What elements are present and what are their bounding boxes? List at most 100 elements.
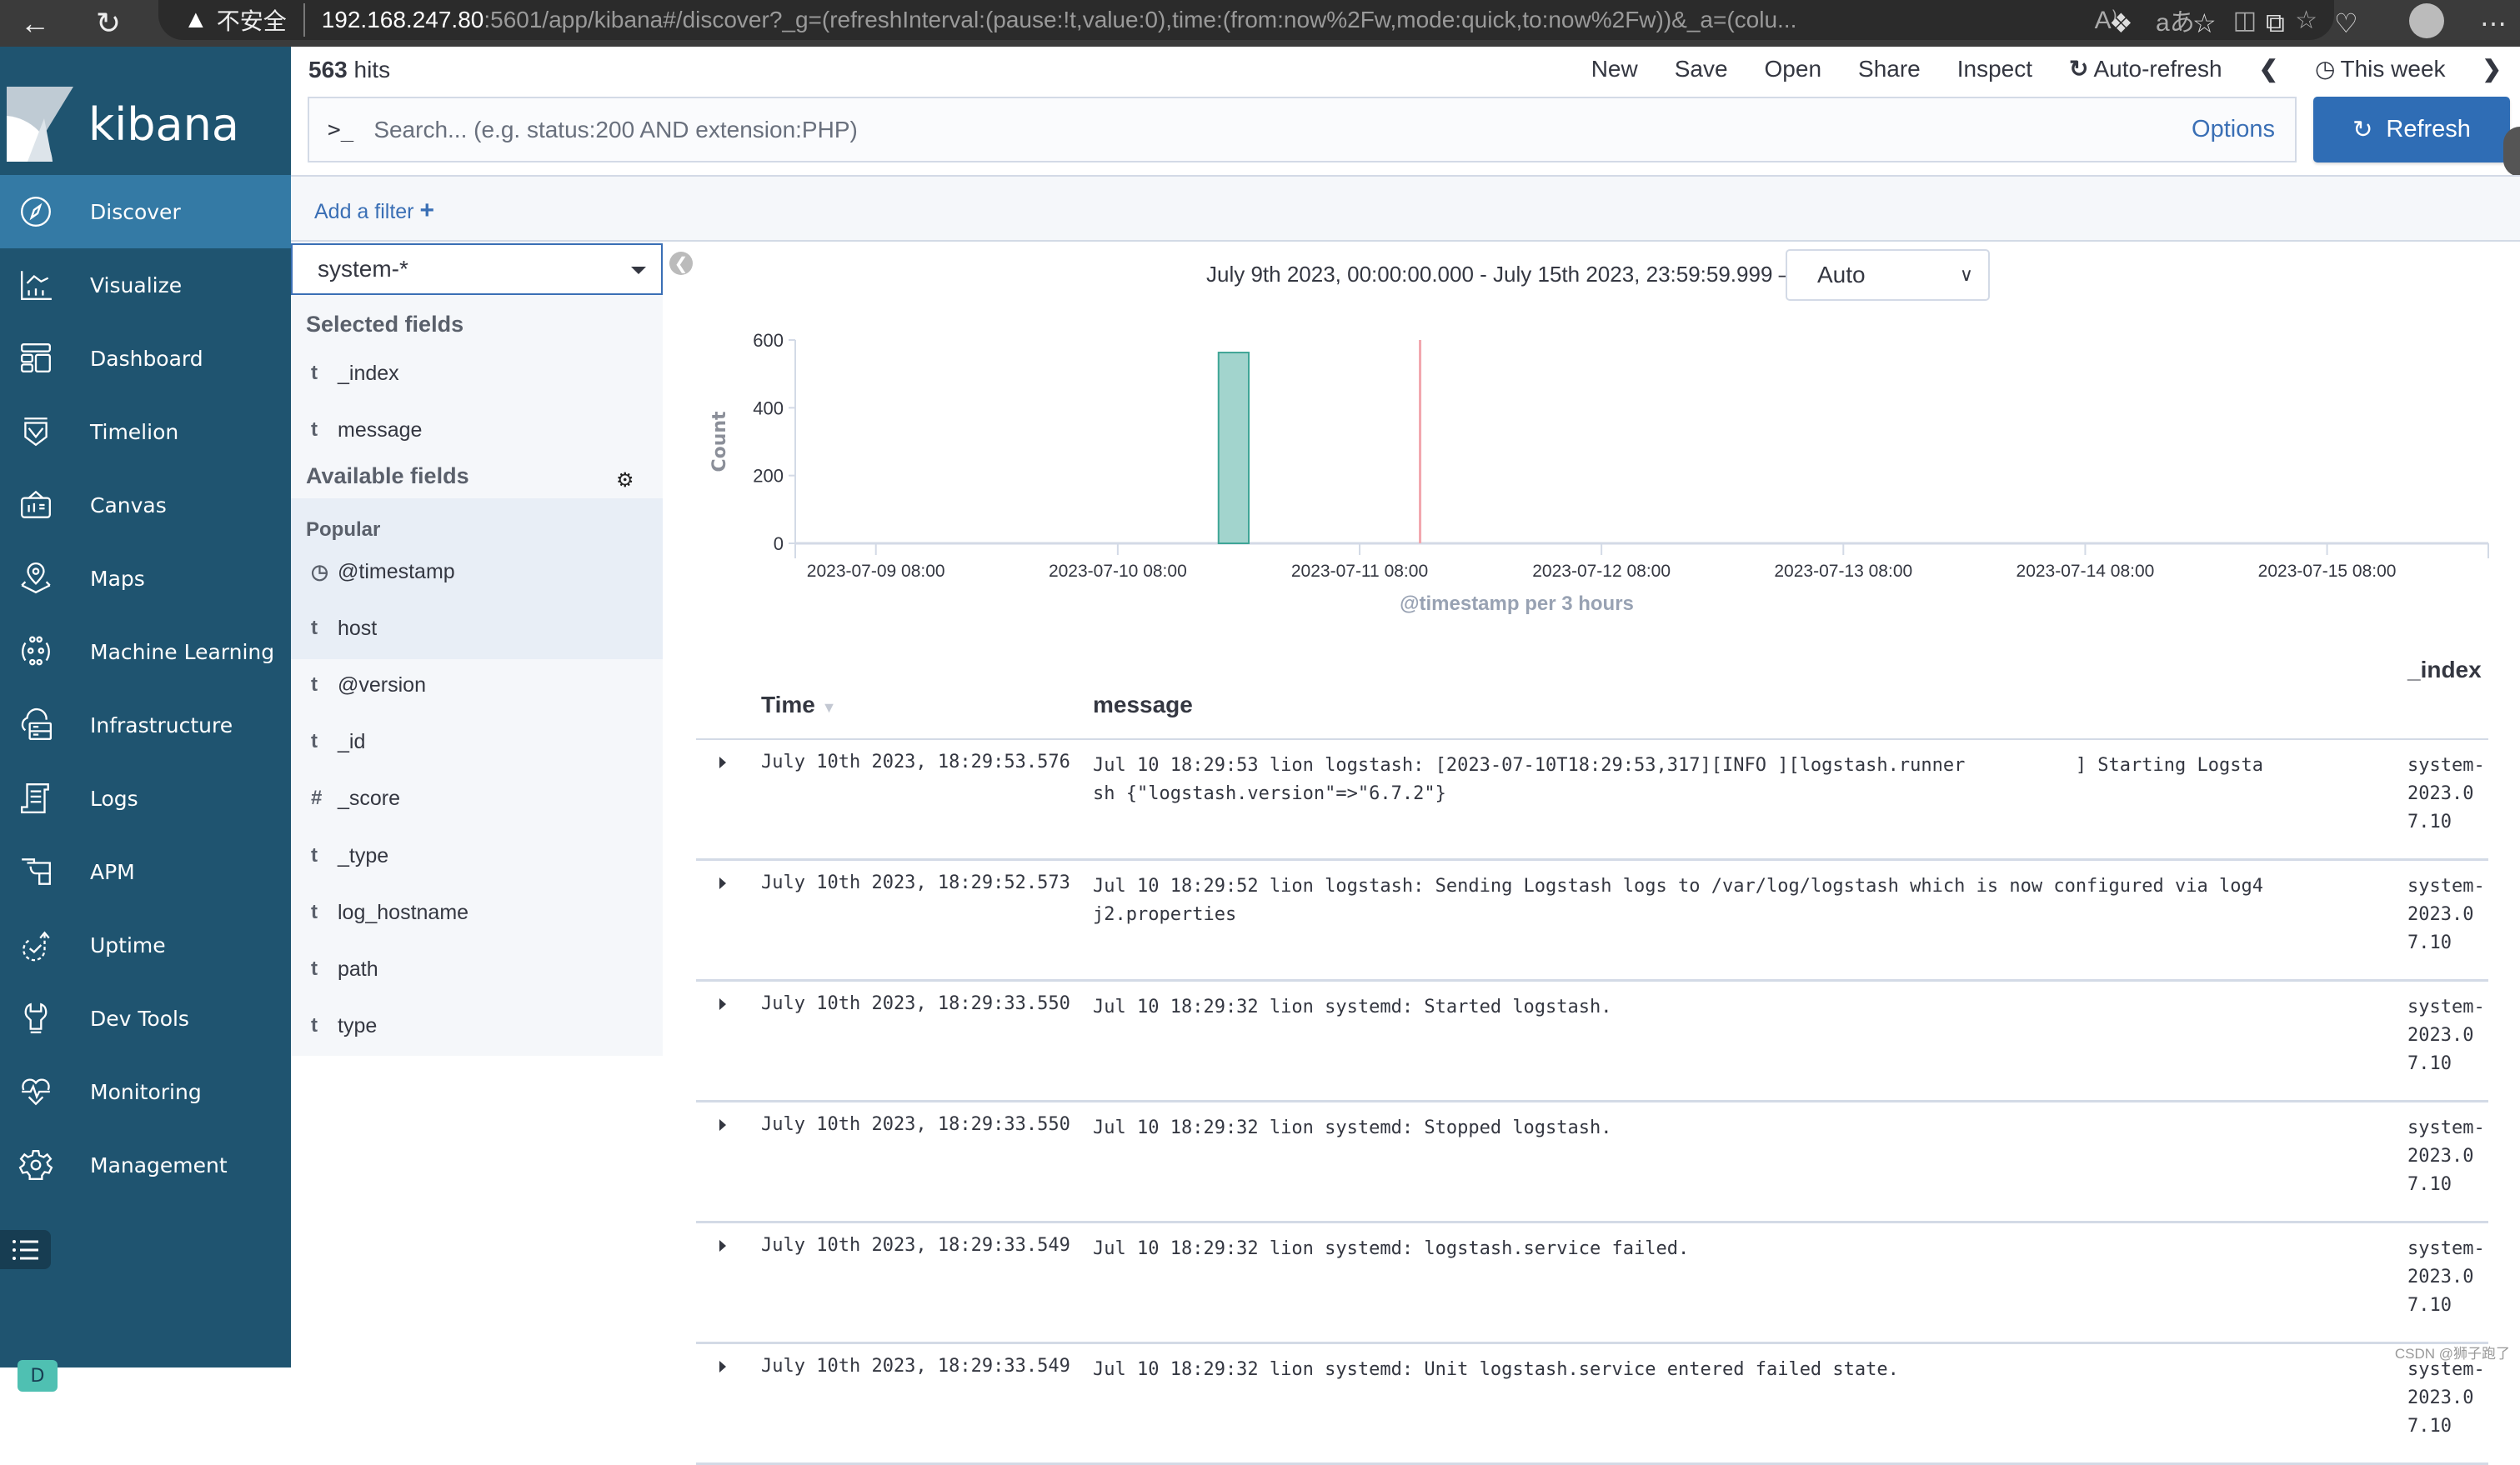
- table-row[interactable]: July 10th 2023, 18:29:33.550Jul 10 18:29…: [696, 982, 2488, 1102]
- column-header-message[interactable]: message: [1093, 692, 1193, 718]
- chevron-right-icon: ❯: [2482, 55, 2502, 82]
- time-prev-button[interactable]: ❮: [2259, 55, 2278, 82]
- field-item[interactable]: t_type: [306, 839, 388, 872]
- clock-type-icon: ◷: [306, 560, 338, 584]
- field-item[interactable]: t_id: [306, 725, 365, 758]
- sidebar-item-dev-tools[interactable]: Dev Tools: [0, 982, 291, 1055]
- field-item[interactable]: ttype: [306, 1009, 377, 1042]
- index-pattern-value: system-*: [318, 256, 408, 282]
- time-range-label: This week: [2340, 56, 2445, 82]
- collections-icon[interactable]: ⧉: [2266, 0, 2285, 47]
- row-time: July 10th 2023, 18:29:33.549: [761, 1235, 1070, 1256]
- interval-select[interactable]: Auto ∨: [1786, 249, 1990, 301]
- favorite-star-icon[interactable]: ☆: [2295, 6, 2317, 35]
- filter-bar: Add a filter +: [291, 175, 2520, 242]
- back-icon[interactable]: ←: [10, 0, 60, 47]
- sidebar-item-infrastructure[interactable]: Infrastructure: [0, 688, 291, 762]
- add-filter-label: Add a filter: [314, 200, 414, 223]
- health-icon[interactable]: ♡: [2334, 0, 2358, 47]
- sidebar-item-monitoring[interactable]: Monitoring: [0, 1055, 291, 1128]
- sidebar-item-label: Management: [90, 1153, 228, 1178]
- table-row[interactable]: July 10th 2023, 18:29:33.549Jul 10 18:29…: [696, 1223, 2488, 1344]
- field-name: _score: [338, 787, 400, 811]
- auto-refresh-button[interactable]: ↻Auto-refresh: [2069, 55, 2222, 82]
- caret-down-icon: [631, 267, 646, 274]
- expand-caret-icon[interactable]: [719, 878, 726, 889]
- sidebar-item-canvas[interactable]: Canvas: [0, 468, 291, 542]
- expand-caret-icon[interactable]: [719, 1119, 726, 1131]
- sidebar-item-label: Machine Learning: [90, 640, 274, 664]
- gear-icon: [15, 1144, 57, 1186]
- space-selector[interactable]: D Default: [0, 1351, 291, 1401]
- extensions-icon[interactable]: ❖: [2109, 0, 2133, 47]
- sidebar-item-logs[interactable]: Logs: [0, 762, 291, 835]
- sort-down-icon[interactable]: ▼: [822, 699, 837, 716]
- column-header-time[interactable]: Time ▼: [761, 692, 836, 718]
- list-icon: [12, 1238, 40, 1262]
- new-button[interactable]: New: [1591, 56, 1638, 82]
- field-item[interactable]: tpath: [306, 952, 378, 986]
- table-row[interactable]: July 10th 2023, 18:29:33.549Jul 10 18:29…: [696, 1344, 2488, 1465]
- profile-avatar[interactable]: [2409, 3, 2444, 38]
- sidebar-item-apm[interactable]: APM: [0, 835, 291, 908]
- add-filter-button[interactable]: Add a filter +: [314, 197, 434, 225]
- sidebar-item-label: APM: [90, 860, 135, 884]
- field-item[interactable]: tlog_hostname: [306, 896, 468, 929]
- kibana-logo[interactable]: kibana: [0, 70, 291, 178]
- index-pattern-select[interactable]: system-*: [291, 243, 663, 295]
- save-button[interactable]: Save: [1675, 56, 1728, 82]
- field-item[interactable]: tmessage: [306, 413, 422, 447]
- share-button[interactable]: Share: [1858, 56, 1921, 82]
- refresh-button[interactable]: ↻ Refresh: [2313, 97, 2510, 162]
- row-time: July 10th 2023, 18:29:33.550: [761, 993, 1070, 1014]
- expand-caret-icon[interactable]: [719, 757, 726, 768]
- sidebar-item-dashboard[interactable]: Dashboard: [0, 322, 291, 395]
- field-item[interactable]: ◷@timestamp: [306, 555, 455, 588]
- table-row[interactable]: July 10th 2023, 18:29:53.576Jul 10 18:29…: [696, 740, 2488, 861]
- reload-icon[interactable]: ↻: [83, 0, 133, 47]
- string-type-icon: t: [306, 418, 338, 442]
- field-item[interactable]: #_score: [306, 782, 400, 815]
- table-row[interactable]: July 10th 2023, 18:29:33.550Jul 10 18:29…: [696, 1102, 2488, 1223]
- field-item[interactable]: thost: [306, 612, 377, 645]
- collapse-sidebar-icon[interactable]: ❮: [669, 252, 693, 275]
- open-button[interactable]: Open: [1765, 56, 1822, 82]
- field-name: type: [338, 1014, 377, 1038]
- time-next-button[interactable]: ❯: [2482, 55, 2502, 82]
- collapse-nav-button[interactable]: [0, 1230, 51, 1269]
- more-icon[interactable]: ⋯: [2480, 0, 2507, 47]
- hits-count: 563 hits: [308, 57, 390, 83]
- hits-number: 563: [308, 57, 348, 82]
- search-input[interactable]: [373, 117, 2192, 143]
- sidebar-item-discover[interactable]: Discover: [0, 175, 291, 248]
- translate-icon[interactable]: aあ: [2156, 2, 2195, 38]
- map-pin-icon: [15, 558, 57, 599]
- sidebar-item-timelion[interactable]: Timelion: [0, 395, 291, 468]
- expand-caret-icon[interactable]: [719, 998, 726, 1010]
- table-row[interactable]: July 10th 2023, 18:29:52.573Jul 10 18:29…: [696, 861, 2488, 982]
- expand-caret-icon[interactable]: [719, 1240, 726, 1252]
- scroll-handle[interactable]: [2503, 127, 2520, 177]
- machine-learning-icon: [15, 631, 57, 672]
- sidebar-item-maps[interactable]: Maps: [0, 542, 291, 615]
- inspect-button[interactable]: Inspect: [1957, 56, 2032, 82]
- watermark: CSDN @狮子跑了: [2395, 1342, 2510, 1362]
- row-time: July 10th 2023, 18:29:52.573: [761, 872, 1070, 893]
- expand-caret-icon[interactable]: [719, 1361, 726, 1372]
- app-name: kibana: [88, 98, 239, 151]
- field-settings-gear-icon[interactable]: ⚙: [616, 468, 634, 492]
- x-tick-label: 2023-07-11 08:00: [1291, 562, 1428, 581]
- field-item[interactable]: t_index: [306, 357, 399, 390]
- address-bar[interactable]: ▲ 不安全 192.168.247.80 :5601/app/kibana#/d…: [158, 0, 2334, 40]
- sidebar-item-visualize[interactable]: Visualize: [0, 248, 291, 322]
- column-header-index[interactable]: _index: [2407, 657, 2482, 683]
- favorites-list-icon[interactable]: ☆: [2192, 0, 2217, 47]
- time-picker-button[interactable]: ◷This week: [2315, 55, 2445, 82]
- field-item[interactable]: t@version: [306, 668, 426, 702]
- split-view-icon[interactable]: ◫: [2233, 6, 2257, 35]
- sidebar-item-machine-learning[interactable]: Machine Learning: [0, 615, 291, 688]
- y-tick-label: 0: [774, 533, 784, 554]
- sidebar-item-management[interactable]: Management: [0, 1128, 291, 1202]
- sidebar-item-uptime[interactable]: Uptime: [0, 908, 291, 982]
- options-button[interactable]: Options: [2192, 116, 2275, 143]
